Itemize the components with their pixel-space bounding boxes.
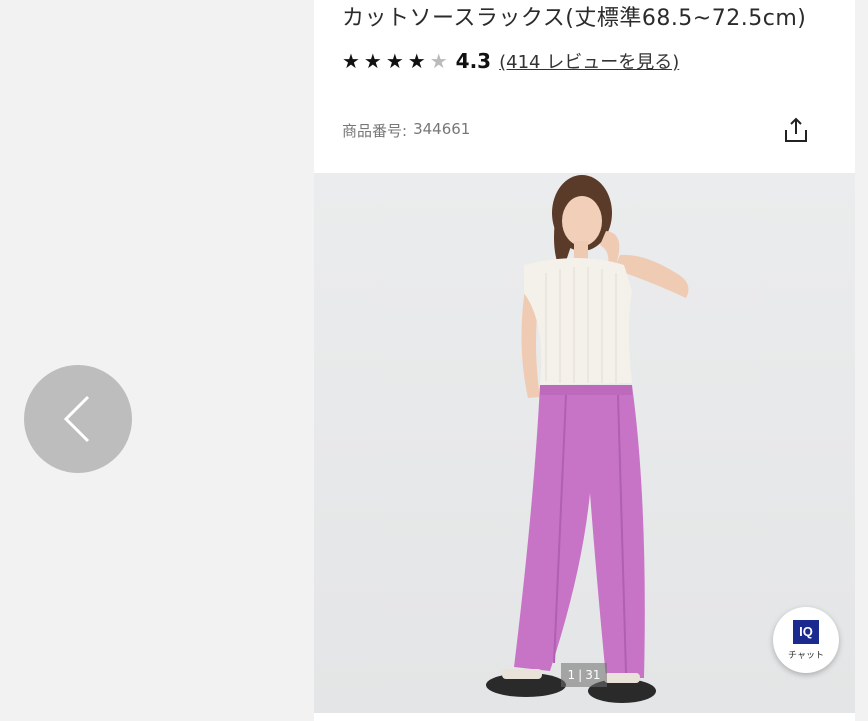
product-header: カットソースラックス(丈標準68.5~72.5cm) ★★★★★ 4.3 (41… bbox=[314, 0, 855, 173]
total-images: 31 bbox=[585, 668, 601, 682]
product-number-label: 商品番号: bbox=[342, 122, 408, 140]
counter-separator: | bbox=[578, 668, 583, 682]
rating-score: 4.3 bbox=[455, 49, 492, 73]
chevron-left-icon bbox=[63, 395, 90, 443]
chat-button[interactable]: IQ チャット bbox=[773, 607, 839, 673]
image-counter: 1 | 31 bbox=[561, 663, 607, 687]
star-rating: ★★★★★ bbox=[342, 49, 452, 73]
reviews-link[interactable]: (414 レビューを見る) bbox=[499, 48, 679, 74]
full-stars: ★★★★ bbox=[342, 49, 430, 73]
current-image-index: 1 bbox=[567, 668, 576, 682]
product-number: 商品番号: 344661 bbox=[342, 120, 470, 141]
iq-chat-icon: IQ bbox=[793, 619, 819, 644]
half-star-icon: ★ bbox=[429, 49, 452, 73]
bottom-strip bbox=[314, 713, 855, 721]
product-number-value: 344661 bbox=[413, 120, 471, 138]
chat-label: チャット bbox=[788, 650, 824, 661]
product-title: カットソースラックス(丈標準68.5~72.5cm) bbox=[342, 6, 807, 31]
previous-button[interactable] bbox=[24, 365, 132, 473]
rating-row: ★★★★★ 4.3 (414 レビューを見る) bbox=[342, 48, 679, 74]
share-icon[interactable] bbox=[783, 116, 809, 144]
